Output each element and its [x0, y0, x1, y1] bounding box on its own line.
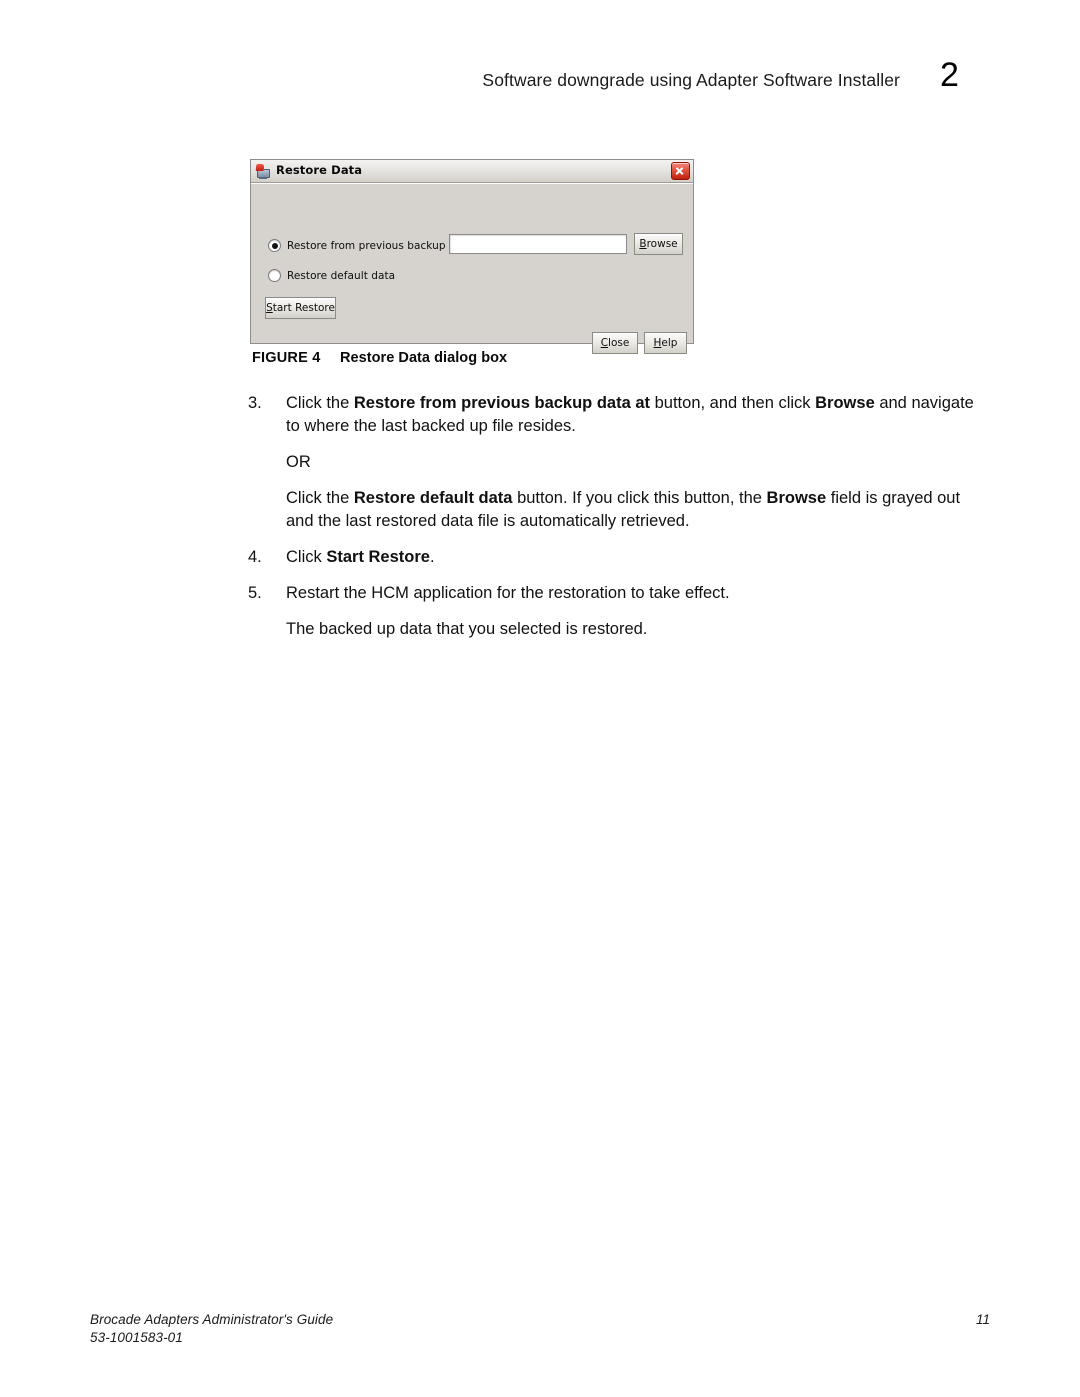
header-title: Software downgrade using Adapter Softwar…: [482, 70, 900, 90]
footer-document-id: 53-1001583-01: [90, 1330, 183, 1345]
radio-restore-default[interactable]: Restore default data: [268, 269, 395, 282]
help-mnemonic: H: [653, 337, 662, 349]
figure-caption-title: Restore Data dialog box: [340, 350, 508, 366]
step3alt-b1: Restore default data: [353, 489, 513, 507]
step3-b1: Restore from previous backup data at: [353, 394, 651, 412]
footer-guide-title: Brocade Adapters Administrator's Guide: [90, 1312, 334, 1327]
figure-caption: FIGURE 4 Restore Data dialog box: [252, 350, 507, 366]
start-restore-button[interactable]: Start Restore: [265, 297, 336, 319]
list-item: 4. Click Start Restore.: [248, 546, 984, 569]
list-item: 5. Restart the HCM application for the r…: [248, 582, 984, 605]
step-text-5: Restart the HCM application for the rest…: [286, 584, 730, 602]
dialog-body: Restore from previous backup data at Bro…: [251, 183, 693, 354]
step-number-5: 5.: [248, 584, 262, 602]
browse-mnemonic: B: [639, 238, 647, 250]
step3-b2: Browse: [815, 394, 875, 412]
step4-t2: .: [429, 548, 435, 566]
step-number-4: 4.: [248, 548, 262, 566]
browse-rest: rowse: [646, 238, 678, 250]
page-header: Software downgrade using Adapter Softwar…: [0, 58, 1080, 108]
step3-t2: button, and then click: [650, 394, 816, 412]
chapter-number: 2: [940, 56, 959, 94]
step4-b1: Start Restore: [326, 548, 430, 566]
backup-path-input[interactable]: [449, 234, 627, 254]
close-icon[interactable]: [671, 162, 690, 180]
step3alt-t1: Click the: [286, 489, 354, 507]
dialog-title: Restore Data: [276, 163, 363, 178]
restore-data-dialog: Restore Data Restore from previous backu…: [250, 159, 694, 354]
procedure-list: 3. Click the Restore from previous backu…: [248, 392, 984, 654]
radio-indicator-default[interactable]: [268, 269, 281, 282]
start-restore-rest: tart Restore: [272, 302, 335, 314]
browse-button[interactable]: Browse: [634, 233, 683, 255]
radio-indicator-backup[interactable]: [268, 239, 281, 252]
help-rest: elp: [661, 337, 678, 349]
close-button[interactable]: Close: [592, 332, 638, 354]
step-5-result: The backed up data that you selected is …: [286, 620, 648, 638]
computer-restore-icon: [255, 163, 271, 179]
page-number: 11: [975, 1312, 990, 1327]
page-footer: Brocade Adapters Administrator's Guide 1…: [90, 1312, 990, 1345]
radio-label-default: Restore default data: [287, 269, 396, 282]
step4-t1: Click: [286, 548, 327, 566]
step3-t1: Click the: [286, 394, 354, 412]
figure-caption-label: FIGURE 4: [252, 350, 321, 366]
step3alt-b2: Browse: [766, 489, 827, 507]
close-rest: lose: [608, 337, 630, 349]
figure-image: Restore Data Restore from previous backu…: [250, 159, 694, 354]
start-restore-mnemonic: S: [266, 302, 273, 314]
list-item: 3. Click the Restore from previous backu…: [248, 392, 984, 438]
footer-top-line: Brocade Adapters Administrator's Guide 1…: [90, 1312, 990, 1327]
or-separator: OR: [286, 453, 311, 471]
close-mnemonic: C: [600, 337, 609, 349]
step-text-3: Click the Restore from previous backup d…: [286, 392, 984, 438]
dialog-titlebar: Restore Data: [251, 160, 693, 183]
step3alt-t2: button. If you click this button, the: [512, 489, 767, 507]
help-button[interactable]: Help: [644, 332, 687, 354]
step-text-3-alternative: Click the Restore default data button. I…: [286, 487, 984, 533]
step-text-4: Click Start Restore.: [286, 546, 984, 569]
step-number-3: 3.: [248, 394, 262, 412]
